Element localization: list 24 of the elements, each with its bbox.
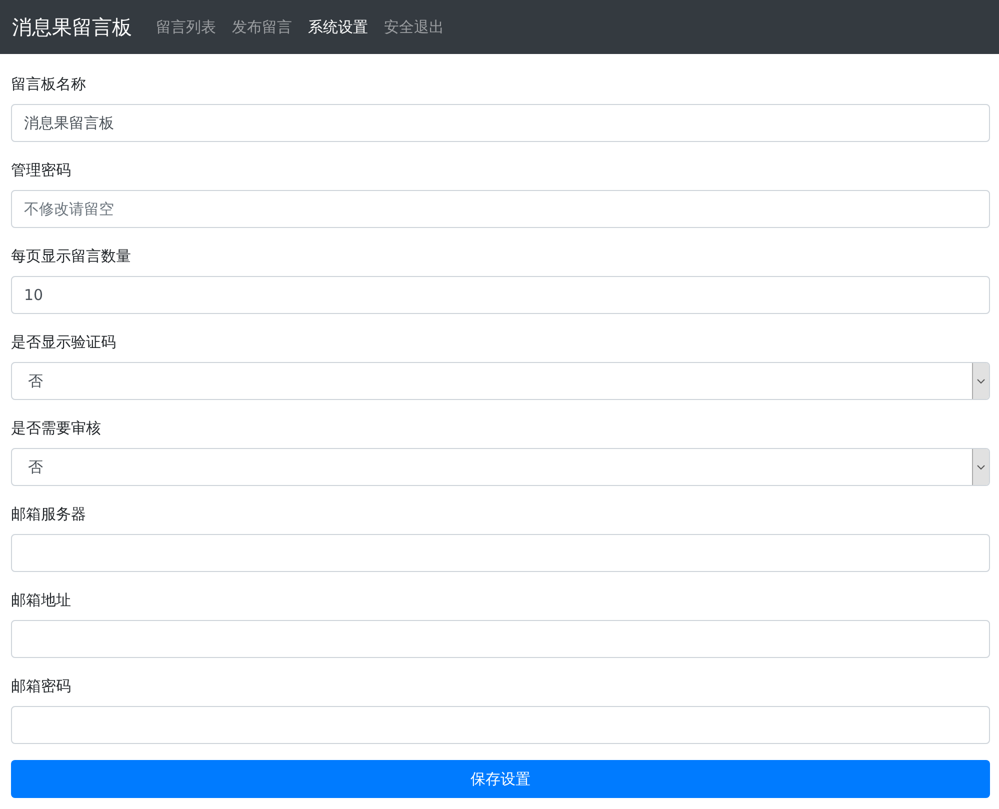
- input-field[interactable]: [11, 534, 990, 572]
- field-label: 邮箱地址: [11, 590, 72, 611]
- field-label: 管理密码: [11, 160, 72, 181]
- input-field[interactable]: 不修改请留空: [11, 190, 990, 228]
- input-field[interactable]: 10: [11, 276, 990, 314]
- save-button[interactable]: 保存设置: [11, 760, 990, 798]
- field-label: 是否需要审核: [11, 418, 102, 439]
- field-label: 每页显示留言数量: [11, 246, 132, 267]
- field-label: 是否显示验证码: [11, 332, 117, 353]
- nav-link[interactable]: 发布留言: [232, 18, 292, 36]
- nav-link[interactable]: 系统设置: [308, 18, 368, 36]
- field-label: 邮箱密码: [11, 676, 72, 697]
- input-field[interactable]: [11, 706, 990, 744]
- nav-link[interactable]: 安全退出: [384, 18, 444, 36]
- field-label: 邮箱服务器: [11, 504, 87, 525]
- nav-link[interactable]: 留言列表: [156, 18, 216, 36]
- select-field[interactable]: 否: [11, 362, 990, 400]
- select-value: 否: [28, 372, 43, 390]
- input-field[interactable]: [11, 620, 990, 658]
- brand-title: 消息果留言板: [12, 14, 132, 40]
- select-value: 否: [28, 458, 43, 476]
- input-field[interactable]: 消息果留言板: [11, 104, 990, 142]
- select-field[interactable]: 否: [11, 448, 990, 486]
- field-label: 留言板名称: [11, 74, 87, 95]
